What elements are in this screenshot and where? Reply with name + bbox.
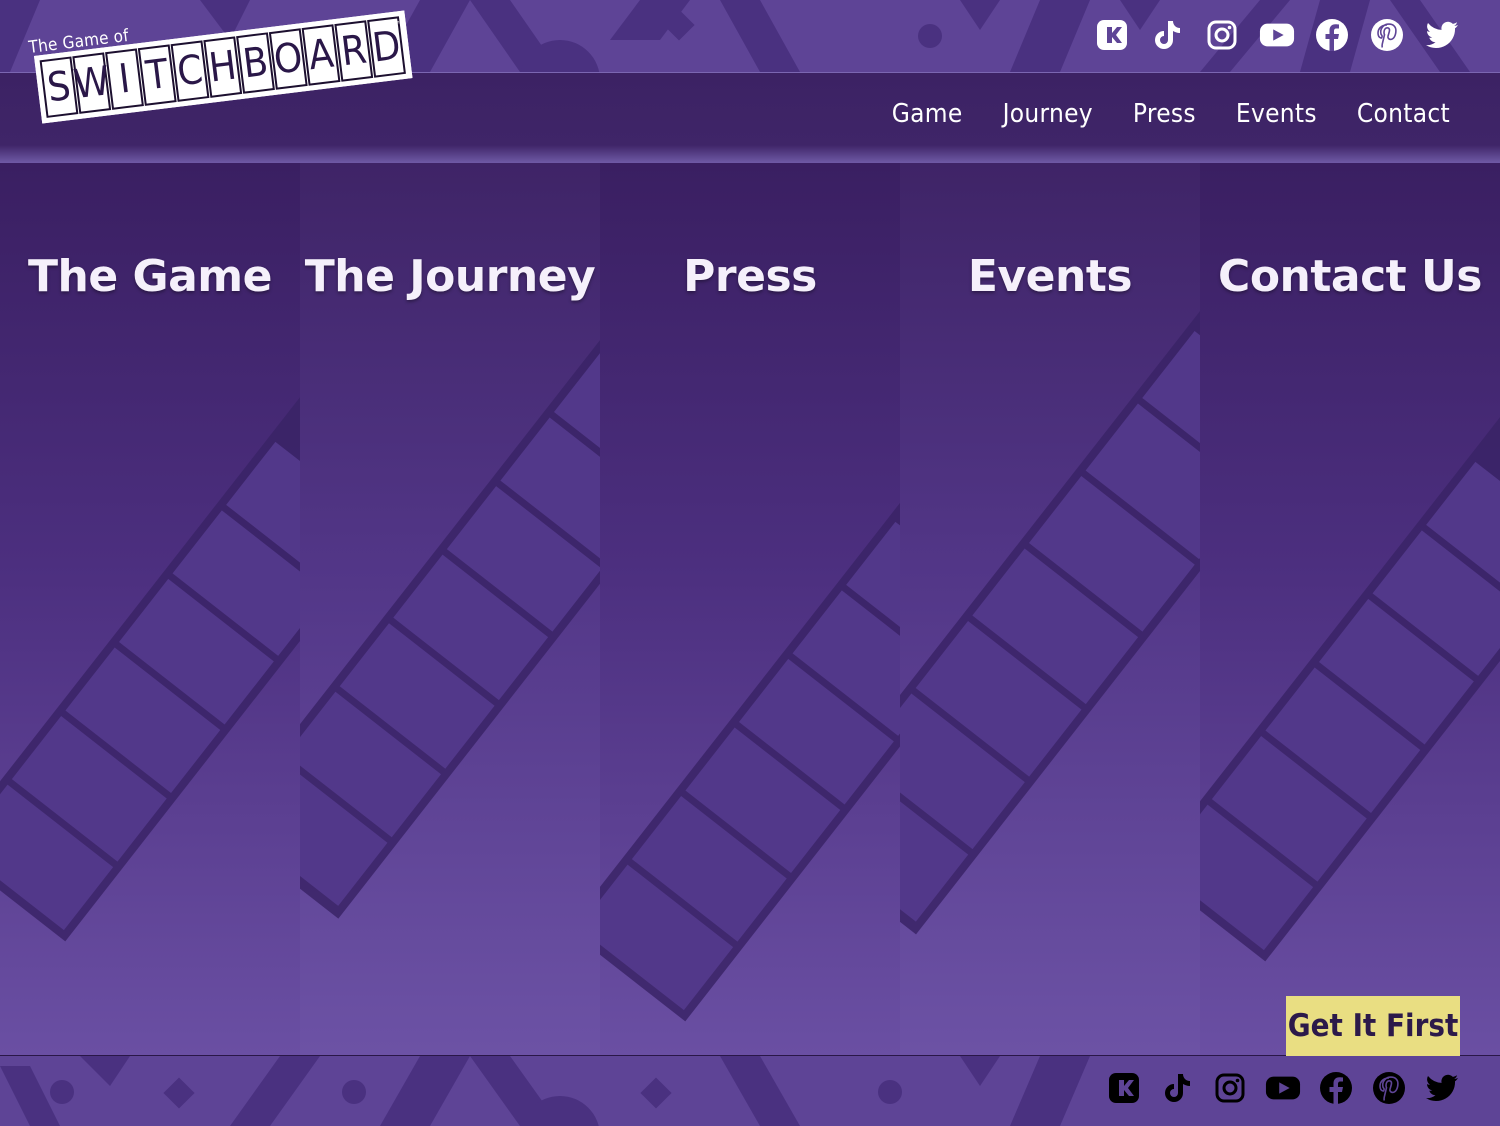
panel-title: The Game [28, 251, 273, 302]
footer-pattern-band [0, 1055, 1500, 1126]
panel-the-game[interactable]: The Game [0, 163, 300, 1055]
kickstarter-icon[interactable] [1106, 1070, 1142, 1106]
youtube-icon[interactable] [1265, 1070, 1301, 1106]
panel-title: Events [967, 251, 1133, 302]
instagram-icon[interactable] [1212, 1070, 1248, 1106]
main-navigation: Game Journey Press Events Contact [892, 99, 1450, 129]
social-links-header [1094, 17, 1460, 53]
panel-press[interactable]: Press [600, 163, 900, 1055]
tiktok-icon[interactable] [1149, 17, 1185, 53]
nav-press[interactable]: Press [1133, 99, 1196, 129]
twitter-icon[interactable] [1424, 1070, 1460, 1106]
twitter-icon[interactable] [1424, 17, 1460, 53]
get-it-first-button[interactable]: Get It First [1286, 996, 1460, 1056]
panel-title: Contact Us [1218, 251, 1482, 302]
nav-contact[interactable]: Contact [1357, 99, 1450, 129]
facebook-icon[interactable] [1314, 17, 1350, 53]
panel-title: The Journey [304, 251, 596, 302]
social-links-footer [1106, 1070, 1460, 1106]
nav-journey[interactable]: Journey [1003, 99, 1093, 129]
instagram-icon[interactable] [1204, 17, 1240, 53]
section-panels: The Game The Journey Press Events Contac… [0, 163, 1500, 1055]
panel-events[interactable]: Events [900, 163, 1200, 1055]
nav-events[interactable]: Events [1236, 99, 1317, 129]
pinterest-icon[interactable] [1371, 1070, 1407, 1106]
switchboard-logo[interactable]: The Game of S W I T C H B O A R D ™ [28, 10, 413, 148]
youtube-icon[interactable] [1259, 17, 1295, 53]
panel-the-journey[interactable]: The Journey [300, 163, 600, 1055]
facebook-icon[interactable] [1318, 1070, 1354, 1106]
logo-wordmark: S W I T C H B O A R D [34, 10, 413, 124]
kickstarter-icon[interactable] [1094, 17, 1130, 53]
tiktok-icon[interactable] [1159, 1070, 1195, 1106]
trademark-mark: ™ [396, 20, 404, 29]
panel-contact-us[interactable]: Contact Us [1200, 163, 1500, 1055]
pinterest-icon[interactable] [1369, 17, 1405, 53]
panel-title: Press [683, 251, 817, 302]
nav-game[interactable]: Game [892, 99, 963, 129]
